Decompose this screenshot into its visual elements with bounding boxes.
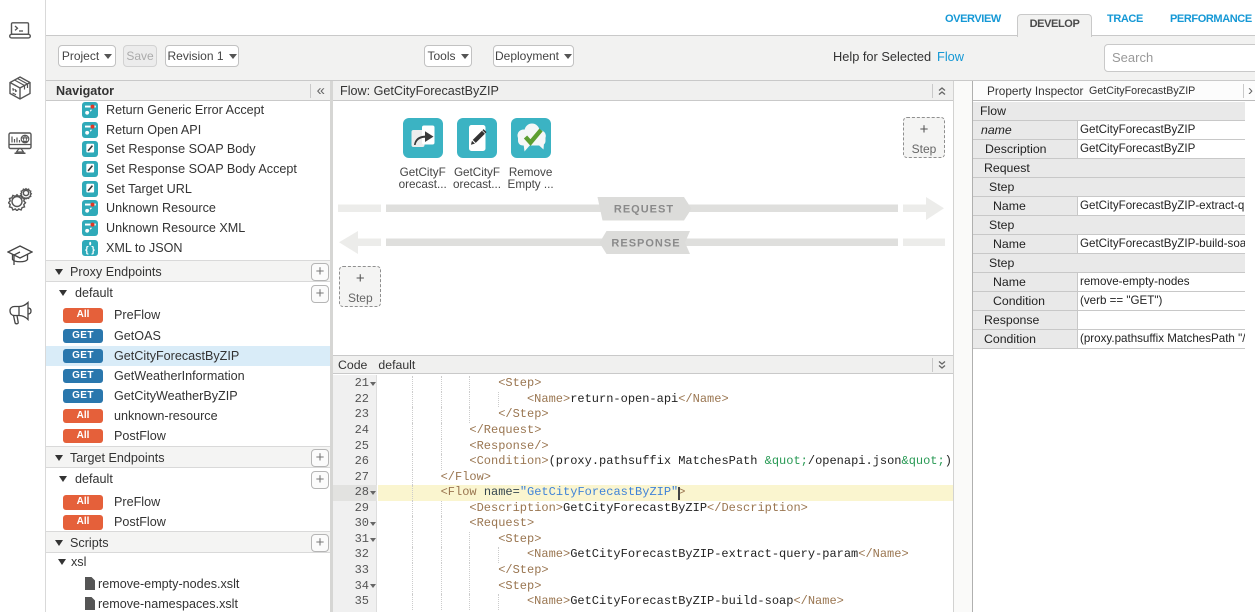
svg-text:RESPONSE: RESPONSE [611,238,680,250]
svg-text:{ }: { } [85,244,95,255]
svg-text:REQUEST: REQUEST [614,204,674,216]
